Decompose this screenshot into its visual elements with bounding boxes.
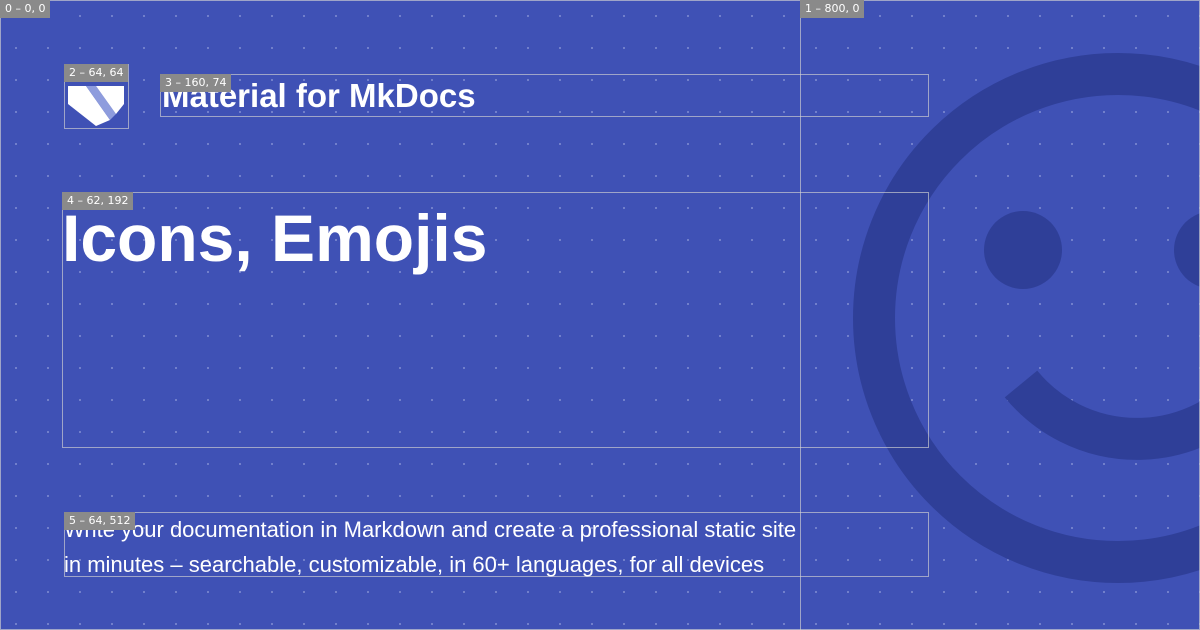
- layer-tag-5: 5 – 64, 512: [64, 512, 136, 530]
- layer-tag-2: 2 – 64, 64: [64, 64, 129, 82]
- site-description: Write your documentation in Markdown and…: [64, 512, 926, 582]
- layer-tag-3: 3 – 160, 74: [160, 74, 232, 92]
- layer-tag-4: 4 – 62, 192: [62, 192, 134, 210]
- social-card: 0 – 0, 0 1 – 800, 0 2 – 64, 64 Material …: [0, 0, 1200, 630]
- description-line-2: in minutes – searchable, customizable, i…: [64, 552, 765, 577]
- layer-tag-1: 1 – 800, 0: [800, 0, 865, 18]
- description-line-1: Write your documentation in Markdown and…: [64, 517, 797, 542]
- layer-tag-0: 0 – 0, 0: [0, 0, 51, 18]
